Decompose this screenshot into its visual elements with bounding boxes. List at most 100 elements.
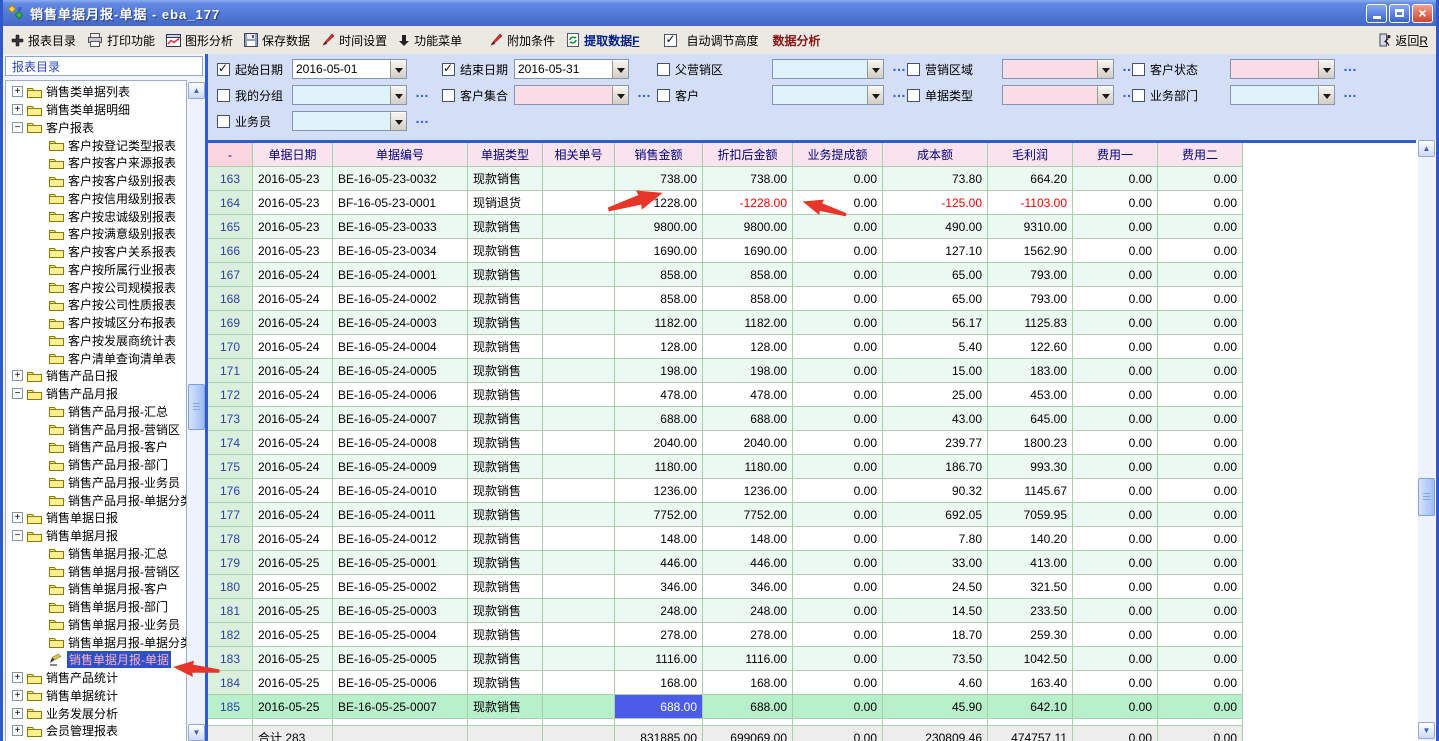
ellipsis-button[interactable]: … [892,84,907,100]
tree-item[interactable]: 销售单据月报-单据 [6,651,186,669]
row-number-cell[interactable]: 177 [208,503,253,527]
table-cell[interactable]: 0.00 [1073,359,1158,383]
table-row[interactable]: 1802016-05-25BE-16-05-25-0002现款销售346.003… [208,575,1416,599]
table-cell[interactable]: 73.80 [883,167,988,191]
tree-item[interactable]: 客户按满意级别报表 [6,225,186,243]
table-cell[interactable]: 186.70 [883,455,988,479]
table-cell[interactable]: 0.00 [793,623,883,647]
table-cell[interactable]: 现款销售 [468,671,543,695]
table-cell[interactable]: 0.00 [1073,695,1158,719]
chevron-down-icon[interactable] [1318,60,1334,78]
table-cell[interactable]: 0.00 [1073,503,1158,527]
table-cell[interactable]: 239.77 [883,431,988,455]
filter-checkbox[interactable] [217,63,230,76]
table-cell[interactable]: BE-16-05-25-0007 [333,695,468,719]
table-cell[interactable]: 413.00 [988,551,1073,575]
ellipsis-button[interactable]: … [1343,84,1358,100]
table-row[interactable]: 1652016-05-23BE-16-05-23-0033现款销售9800.00… [208,215,1416,239]
table-cell[interactable] [543,311,615,335]
tree-item[interactable]: 销售单据月报-客户 [6,580,186,598]
table-cell[interactable]: 127.10 [883,239,988,263]
data-analysis-button[interactable]: 数据分析 [772,32,820,49]
table-cell[interactable]: BE-16-05-25-0004 [333,623,468,647]
table-cell[interactable]: -1228.00 [703,191,793,215]
table-cell[interactable]: 1236.00 [703,479,793,503]
tree-item[interactable]: 销售产品月报-单据分类 [6,491,186,509]
table-cell[interactable]: 2016-05-24 [253,455,333,479]
table-cell[interactable]: 0.00 [1158,455,1243,479]
table-cell[interactable]: 738.00 [703,167,793,191]
table-row[interactable]: 1692016-05-24BE-16-05-24-0003现款销售1182.00… [208,311,1416,335]
tree-scrollbar-thumb[interactable] [188,384,205,430]
table-cell[interactable]: BE-16-05-25-0001 [333,551,468,575]
table-cell[interactable]: 0.00 [1158,263,1243,287]
table-cell[interactable]: 858.00 [615,287,703,311]
table-cell[interactable]: 0.00 [1073,671,1158,695]
tree-item[interactable]: 客户按忠诚级别报表 [6,207,186,225]
filter-checkbox[interactable] [442,89,455,102]
table-cell[interactable]: 1180.00 [615,455,703,479]
table-cell[interactable]: 2016-05-24 [253,383,333,407]
table-cell[interactable]: 2016-05-24 [253,479,333,503]
collapse-icon[interactable]: − [12,530,23,541]
table-cell[interactable]: BE-16-05-25-0005 [333,647,468,671]
table-cell[interactable]: 2016-05-24 [253,407,333,431]
table-cell[interactable]: 0.00 [1158,527,1243,551]
table-cell[interactable]: 0.00 [793,311,883,335]
table-cell[interactable] [543,671,615,695]
table-cell[interactable]: 2016-05-23 [253,239,333,263]
tree-item[interactable]: 客户按客户级别报表 [6,172,186,190]
table-cell[interactable]: 2016-05-23 [253,215,333,239]
table-cell[interactable]: BE-16-05-24-0005 [333,359,468,383]
table-cell[interactable]: BE-16-05-24-0004 [333,335,468,359]
row-number-cell[interactable]: 180 [208,575,253,599]
table-cell[interactable]: 现销退货 [468,191,543,215]
table-cell[interactable]: 0.00 [1158,407,1243,431]
table-cell[interactable]: BE-16-05-24-0008 [333,431,468,455]
tree-item[interactable]: 客户按信用级别报表 [6,190,186,208]
table-row[interactable]: 1852016-05-25BE-16-05-25-0007现款销售688.006… [208,695,1416,719]
table-cell[interactable]: 现款销售 [468,167,543,191]
table-cell[interactable]: 0.00 [793,215,883,239]
tree-item[interactable]: 客户按客户来源报表 [6,154,186,172]
scroll-up-icon[interactable]: ▲ [188,82,205,99]
table-cell[interactable]: BE-16-05-25-0006 [333,671,468,695]
table-cell[interactable]: 1042.50 [988,647,1073,671]
table-cell[interactable]: 14.50 [883,599,988,623]
tree-item[interactable]: 客户按公司规模报表 [6,278,186,296]
table-cell[interactable]: 1182.00 [703,311,793,335]
table-cell[interactable]: 0.00 [1073,215,1158,239]
expand-icon[interactable]: + [12,86,23,97]
table-cell[interactable] [543,695,615,719]
ellipsis-button[interactable]: … [637,84,652,100]
table-cell[interactable]: 56.17 [883,311,988,335]
table-cell[interactable]: 0.00 [1073,335,1158,359]
table-cell[interactable]: 446.00 [703,551,793,575]
chevron-down-icon[interactable] [390,112,406,130]
table-cell[interactable] [543,191,615,215]
table-cell[interactable]: 7059.95 [988,503,1073,527]
toolbar-button-2[interactable]: 打印功能 [87,32,155,49]
column-header[interactable]: - [208,143,253,167]
table-cell[interactable]: 现款销售 [468,311,543,335]
table-cell[interactable]: 346.00 [615,575,703,599]
table-cell[interactable]: 321.50 [988,575,1073,599]
table-cell[interactable]: 现款销售 [468,287,543,311]
table-cell[interactable]: 148.00 [703,527,793,551]
table-cell[interactable]: 478.00 [615,383,703,407]
table-row[interactable]: 1632016-05-23BE-16-05-23-0032现款销售738.007… [208,167,1416,191]
table-cell[interactable]: 0.00 [1158,431,1243,455]
table-cell[interactable]: 0.00 [793,575,883,599]
table-cell[interactable] [543,647,615,671]
table-cell[interactable]: 9800.00 [615,215,703,239]
table-cell[interactable]: 现款销售 [468,431,543,455]
filter-checkbox[interactable] [657,63,670,76]
table-cell[interactable]: 645.00 [988,407,1073,431]
table-cell[interactable]: 0.00 [1158,167,1243,191]
chevron-down-icon[interactable] [612,60,628,78]
collapse-icon[interactable]: − [12,122,23,133]
tree-item[interactable]: +业务发展分析 [6,704,186,722]
table-cell[interactable]: 198.00 [703,359,793,383]
tree-item[interactable]: 客户按所属行业报表 [6,261,186,279]
grid-scrollbar-thumb[interactable] [1418,478,1435,516]
